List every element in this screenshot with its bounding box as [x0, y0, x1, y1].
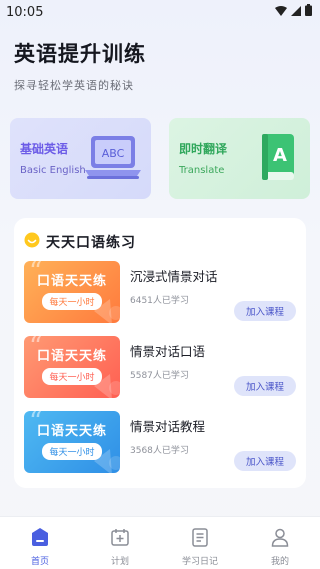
- course-item[interactable]: “ 口语天天练 每天一小时 情景对话教程 3568人已学习 加入课程: [24, 411, 296, 473]
- thumbnail-title: 口语天天练: [36, 349, 107, 364]
- translate-card[interactable]: 即时翻译 Translate A: [169, 118, 310, 199]
- join-course-button[interactable]: 加入课程: [234, 376, 296, 396]
- thumbnail-title: 口语天天练: [36, 424, 107, 439]
- thumbnail-tag: 每天一小时: [42, 368, 102, 385]
- course-info: 情景对话教程 3568人已学习 加入课程: [130, 411, 296, 473]
- course-thumbnail: “ 口语天天练 每天一小时: [24, 336, 120, 398]
- tab-profile[interactable]: 我的: [240, 517, 320, 569]
- status-time: 10:05: [6, 4, 44, 20]
- tab-label: 学习日记: [181, 557, 218, 567]
- notebook-icon: [190, 527, 210, 551]
- status-icons: [275, 4, 312, 20]
- join-course-button[interactable]: 加入课程: [234, 301, 296, 321]
- signal-icon: [291, 5, 301, 20]
- tab-diary[interactable]: 学习日记: [160, 517, 240, 569]
- tab-home[interactable]: 首页: [0, 517, 80, 569]
- tab-label: 我的: [270, 557, 289, 567]
- page-title: 英语提升训练: [14, 42, 146, 66]
- laptop-abc-text: ABC: [102, 147, 125, 160]
- page-subtitle: 探寻轻松学英语的秘诀: [14, 79, 134, 92]
- course-item[interactable]: “ 口语天天练 每天一小时 沉浸式情景对话 6451人已学习 加入课程: [24, 261, 296, 323]
- join-course-button[interactable]: 加入课程: [234, 451, 296, 471]
- wifi-icon: [275, 5, 287, 20]
- smile-icon: [24, 232, 40, 252]
- tab-label: 首页: [30, 557, 49, 567]
- thumbnail-title: 口语天天练: [36, 274, 107, 289]
- user-icon: [270, 527, 290, 551]
- thumbnail-tag: 每天一小时: [42, 443, 102, 460]
- course-list: “ 口语天天练 每天一小时 沉浸式情景对话 6451人已学习 加入课程 “ 口语…: [24, 261, 296, 473]
- feature-cards: 基础英语 Basic English ABC 即时翻译 Translate A: [0, 118, 320, 199]
- book-letter-text: A: [273, 145, 287, 166]
- header: 英语提升训练 探寻轻松学英语的秘诀: [0, 24, 320, 93]
- panel-title: 天天口语练习: [46, 235, 136, 251]
- status-bar: 10:05: [0, 0, 320, 24]
- tab-plan[interactable]: 计划: [80, 517, 160, 569]
- battery-icon: [305, 4, 312, 20]
- course-name: 情景对话教程: [130, 419, 206, 434]
- basic-english-card[interactable]: 基础英语 Basic English ABC: [10, 118, 151, 199]
- abc-laptop-icon: ABC: [85, 134, 141, 184]
- panel-header: 天天口语练习: [24, 232, 296, 252]
- bottom-tab-bar: 首页 计划 学习日记 我的: [0, 516, 320, 569]
- translate-book-icon: A: [258, 132, 298, 186]
- course-name: 沉浸式情景对话: [130, 269, 218, 284]
- practice-panel: 天天口语练习 “ 口语天天练 每天一小时 沉浸式情景对话 6451人已学习 加入…: [14, 218, 306, 488]
- course-thumbnail: “ 口语天天练 每天一小时: [24, 261, 120, 323]
- thumbnail-tag: 每天一小时: [42, 293, 102, 310]
- home-icon: [30, 527, 50, 551]
- course-info: 沉浸式情景对话 6451人已学习 加入课程: [130, 261, 296, 323]
- course-item[interactable]: “ 口语天天练 每天一小时 情景对话口语 5587人已学习 加入课程: [24, 336, 296, 398]
- course-thumbnail: “ 口语天天练 每天一小时: [24, 411, 120, 473]
- course-name: 情景对话口语: [130, 344, 206, 359]
- calendar-icon: [110, 527, 130, 551]
- tab-label: 计划: [110, 557, 129, 567]
- course-info: 情景对话口语 5587人已学习 加入课程: [130, 336, 296, 398]
